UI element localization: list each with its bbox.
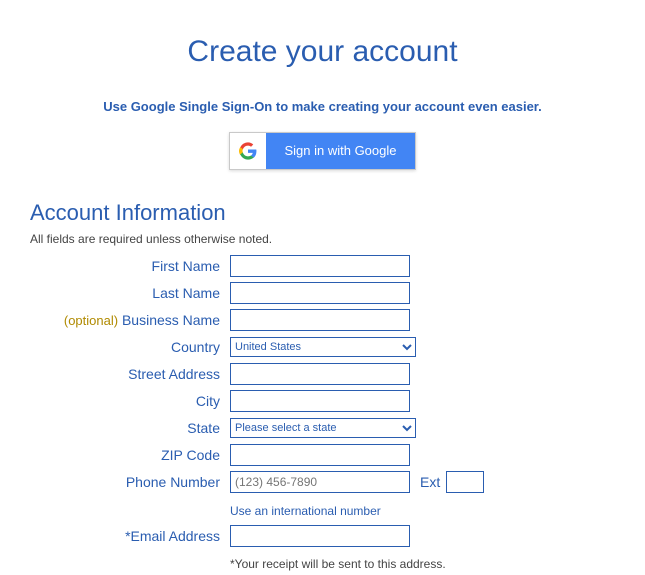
ext-label: Ext bbox=[420, 474, 440, 490]
page-title: Create your account bbox=[30, 35, 615, 69]
last-name-input[interactable] bbox=[230, 282, 410, 304]
receipt-note: *Your receipt will be sent to this addre… bbox=[230, 557, 446, 571]
required-note: All fields are required unless otherwise… bbox=[30, 232, 615, 246]
city-label: City bbox=[30, 393, 230, 409]
intl-number-link[interactable]: Use an international number bbox=[230, 504, 381, 518]
city-input[interactable] bbox=[230, 390, 410, 412]
ext-input[interactable] bbox=[446, 471, 484, 493]
street-address-label: Street Address bbox=[30, 366, 230, 382]
state-select[interactable]: Please select a state bbox=[230, 418, 416, 438]
business-name-input[interactable] bbox=[230, 309, 410, 331]
business-name-label: (optional) Business Name bbox=[30, 312, 230, 328]
zip-label: ZIP Code bbox=[30, 447, 230, 463]
street-address-input[interactable] bbox=[230, 363, 410, 385]
last-name-label: Last Name bbox=[30, 285, 230, 301]
google-icon bbox=[230, 133, 266, 169]
phone-input[interactable] bbox=[230, 471, 410, 493]
country-select[interactable]: United States bbox=[230, 337, 416, 357]
email-label: *Email Address bbox=[30, 528, 230, 544]
phone-label: Phone Number bbox=[30, 474, 230, 490]
sso-hint: Use Google Single Sign-On to make creati… bbox=[30, 99, 615, 114]
zip-input[interactable] bbox=[230, 444, 410, 466]
google-signin-button[interactable]: Sign in with Google bbox=[229, 132, 415, 170]
google-signin-label: Sign in with Google bbox=[266, 133, 414, 169]
country-label: Country bbox=[30, 339, 230, 355]
first-name-input[interactable] bbox=[230, 255, 410, 277]
first-name-label: First Name bbox=[30, 258, 230, 274]
state-label: State bbox=[30, 420, 230, 436]
email-input[interactable] bbox=[230, 525, 410, 547]
section-heading: Account Information bbox=[30, 200, 615, 226]
